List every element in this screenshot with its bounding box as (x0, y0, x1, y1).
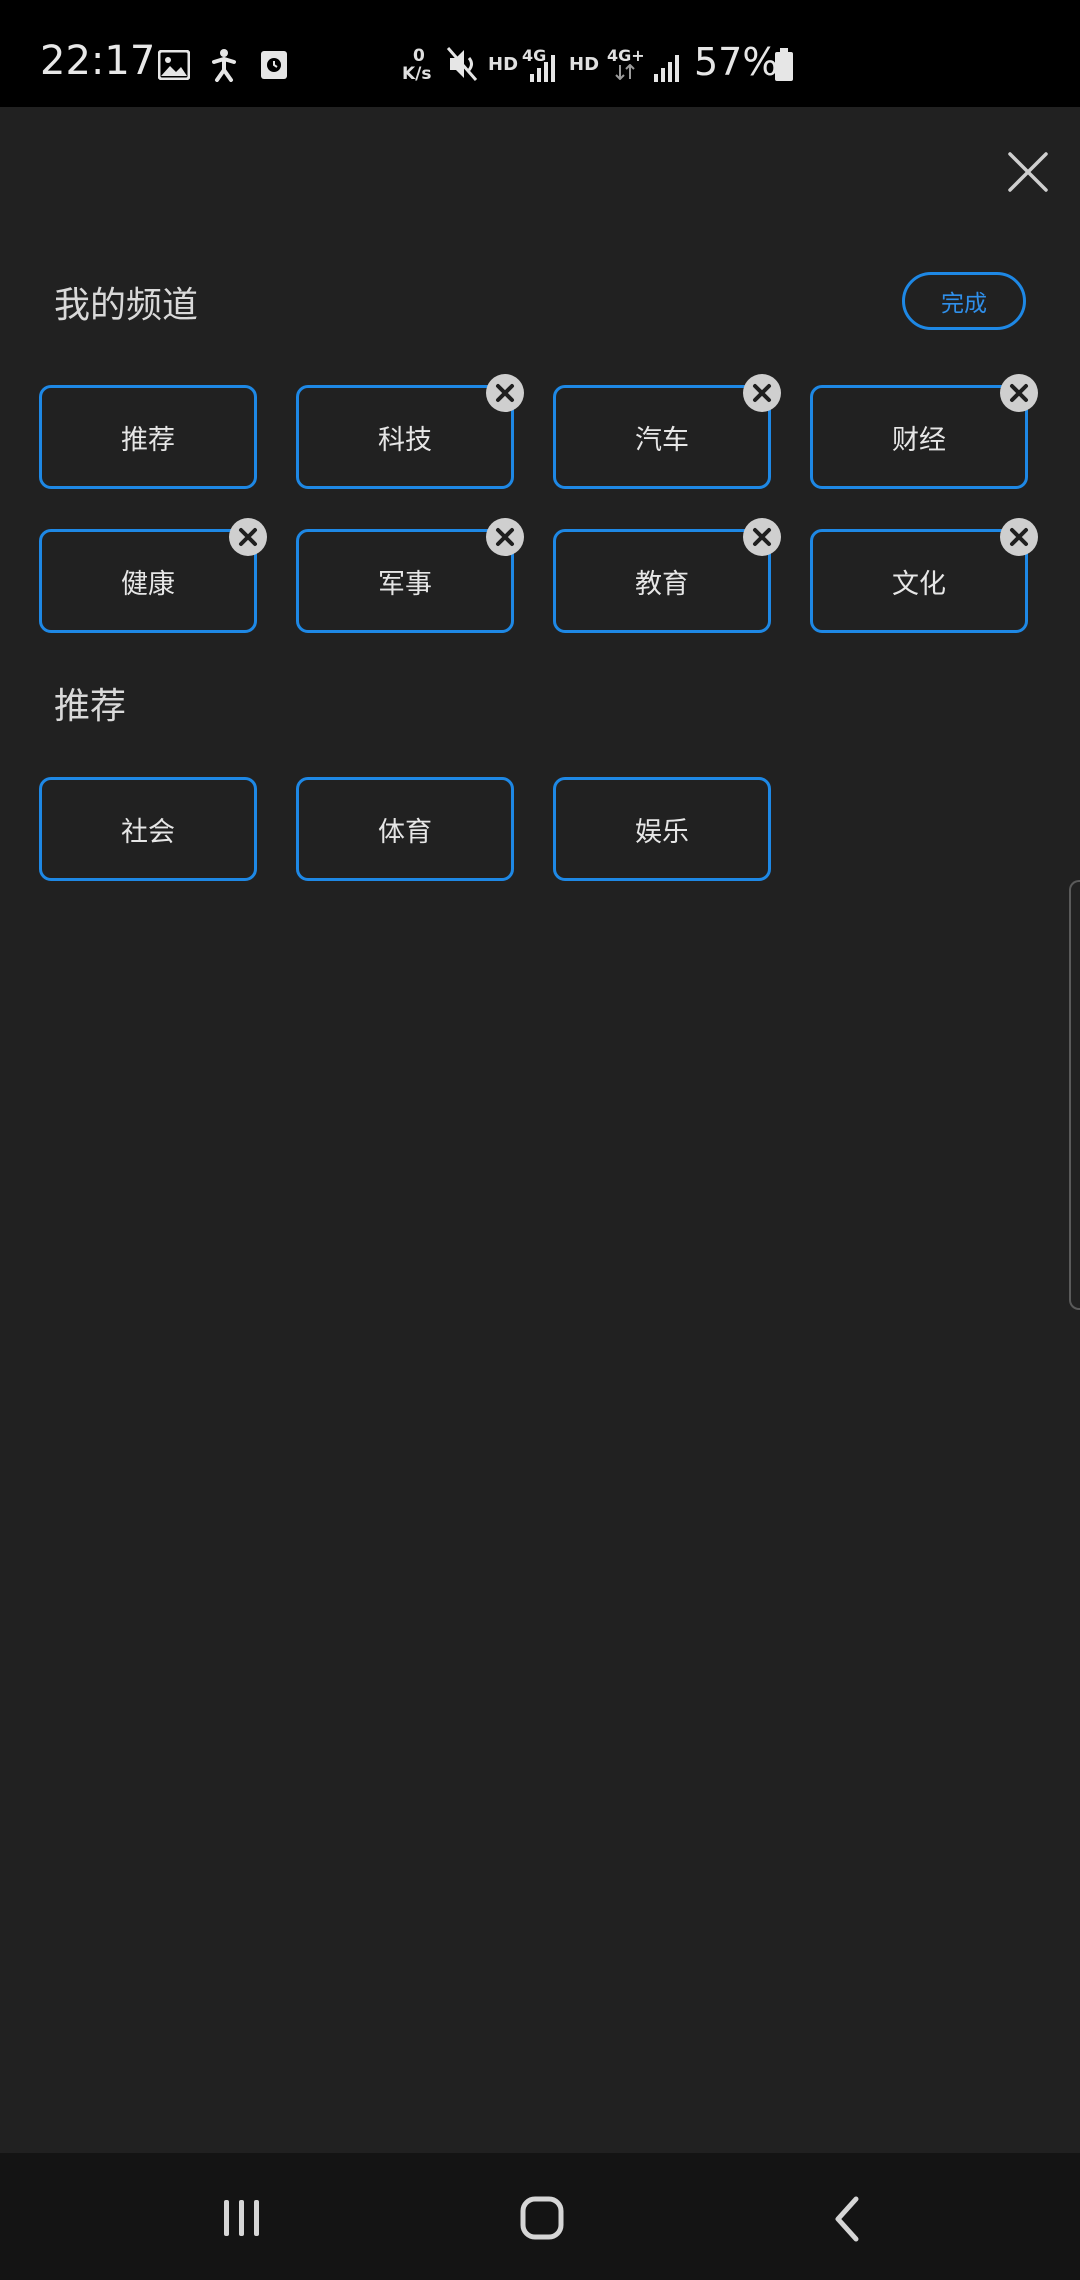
my-channels-title: 我的频道 (54, 285, 199, 326)
channel-tile[interactable]: 财经 (810, 385, 1028, 489)
recommended-channel-tile[interactable]: 娱乐 (553, 777, 771, 881)
network-label-2: 4G+ (607, 46, 645, 65)
back-button[interactable] (826, 2195, 870, 2243)
home-button[interactable] (518, 2195, 570, 2243)
channel-label: 财经 (892, 424, 946, 456)
channel-label: 社会 (121, 816, 175, 848)
remove-channel-button[interactable] (1000, 518, 1038, 556)
remove-channel-button[interactable] (486, 518, 524, 556)
close-icon (496, 528, 514, 546)
battery-percentage: 57% (694, 40, 779, 84)
recommended-title: 推荐 (54, 686, 127, 727)
close-icon (753, 528, 771, 546)
recommended-channel-tile[interactable]: 社会 (39, 777, 257, 881)
close-icon (1008, 152, 1048, 192)
channel-label: 健康 (121, 568, 175, 600)
hd-label-1: HD (488, 54, 519, 75)
recommended-channel-tile[interactable]: 体育 (296, 777, 514, 881)
close-button[interactable] (1004, 148, 1052, 196)
remove-channel-button[interactable] (486, 374, 524, 412)
channel-label: 汽车 (635, 424, 689, 456)
navigation-bar (0, 2153, 1080, 2280)
status-bar: 22:17 0 K/s HD 4G HD 4G+ 57% (0, 0, 1080, 107)
net-speed-value: 0 (413, 46, 425, 66)
channel-tile[interactable]: 文化 (810, 529, 1028, 633)
back-icon (835, 2196, 859, 2242)
mute-icon (446, 47, 478, 81)
close-icon (753, 384, 771, 402)
status-time: 22:17 (40, 38, 156, 84)
battery-icon (775, 48, 793, 81)
hd-label-2: HD (569, 54, 600, 75)
recents-button[interactable] (212, 2197, 272, 2239)
signal-icon (654, 55, 679, 82)
channel-tile[interactable]: 教育 (553, 529, 771, 633)
data-arrows-icon (615, 64, 635, 80)
channel-label: 推荐 (121, 424, 175, 456)
close-icon (1010, 528, 1028, 546)
channel-label: 体育 (378, 816, 432, 848)
channel-label: 军事 (378, 568, 432, 600)
channel-tile[interactable]: 科技 (296, 385, 514, 489)
net-speed-unit: K/s (402, 64, 432, 84)
remove-channel-button[interactable] (743, 518, 781, 556)
signal-icon (530, 55, 555, 82)
channel-label: 娱乐 (635, 816, 689, 848)
close-icon (239, 528, 257, 546)
channel-label: 文化 (892, 568, 946, 600)
remove-channel-button[interactable] (229, 518, 267, 556)
channel-tile[interactable]: 汽车 (553, 385, 771, 489)
channel-tile[interactable]: 健康 (39, 529, 257, 633)
close-icon (1010, 384, 1028, 402)
recents-icon (224, 2200, 259, 2236)
channel-label: 教育 (635, 568, 689, 600)
home-icon (520, 2196, 564, 2240)
channel-label: 科技 (378, 424, 432, 456)
edge-panel-handle[interactable] (1069, 880, 1080, 1310)
gallery-icon (158, 50, 190, 80)
accessibility-icon (212, 49, 236, 82)
close-icon (496, 384, 514, 402)
done-button[interactable]: 完成 (902, 272, 1026, 330)
remove-channel-button[interactable] (743, 374, 781, 412)
channel-tile[interactable]: 军事 (296, 529, 514, 633)
remove-channel-button[interactable] (1000, 374, 1038, 412)
recorder-icon (261, 51, 287, 79)
channel-tile[interactable]: 推荐 (39, 385, 257, 489)
